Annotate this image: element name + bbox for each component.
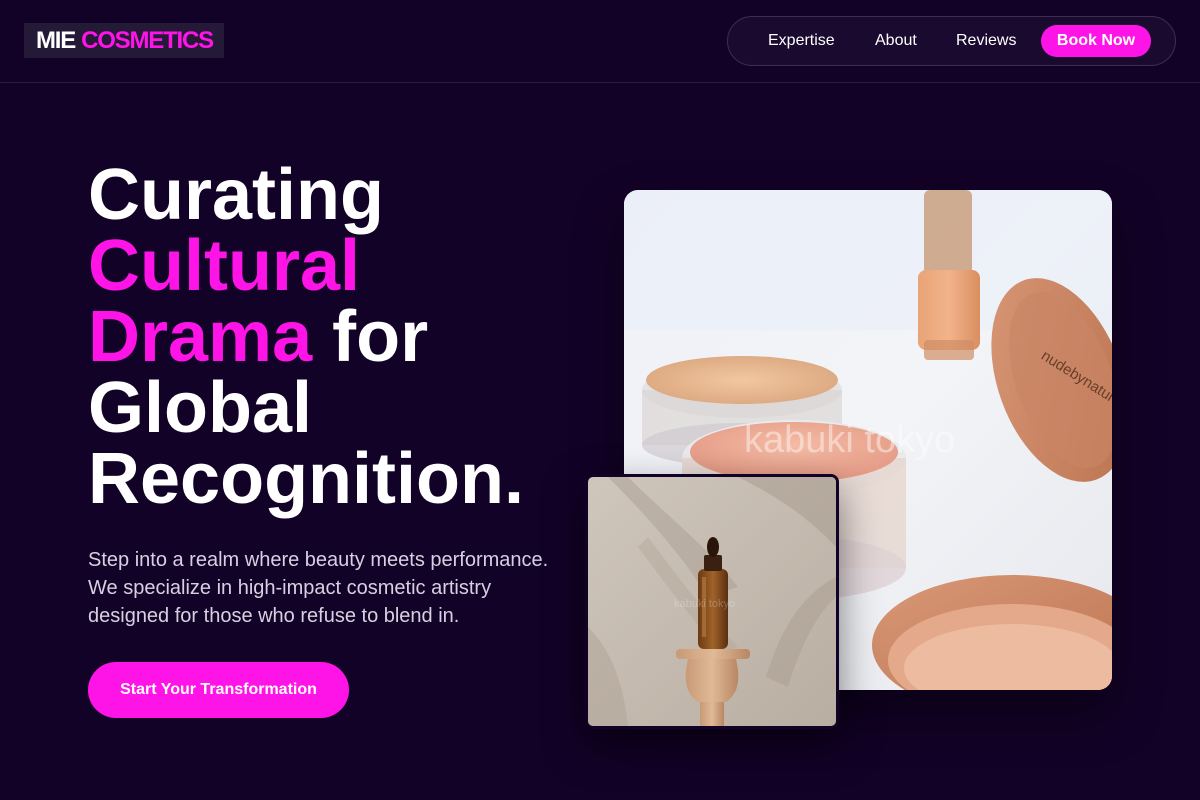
brand-name-part2: COSMETICS	[81, 26, 214, 54]
nav-link-expertise[interactable]: Expertise	[768, 32, 835, 50]
nav-link-about[interactable]: About	[875, 32, 917, 50]
hero-description: Step into a realm where beauty meets per…	[88, 549, 549, 627]
main-nav: Expertise About Reviews Book Now	[727, 16, 1176, 66]
brand-logo[interactable]: MIE COSMETICS	[24, 23, 224, 58]
headline-accent-1: Cultural	[88, 226, 361, 306]
headline-accent-2: Drama	[88, 297, 313, 377]
small-watermark-text: kabuki tokyo	[674, 598, 735, 610]
book-now-button[interactable]: Book Now	[1041, 25, 1151, 57]
headline-word-for: for	[332, 297, 429, 377]
headline-word-5: Recognition.	[88, 439, 524, 519]
site-header: MIE COSMETICS Expertise About Reviews Boo…	[0, 0, 1200, 83]
brand-name-part1: MIE	[36, 26, 76, 54]
watermark-text: kabuki tokyo	[744, 419, 955, 461]
start-transformation-button[interactable]: Start Your Transformation	[88, 662, 349, 718]
serum-bottle-photo: kabuki tokyo	[585, 474, 839, 729]
hero-headline: Curating Cultural Drama for Global Recog…	[88, 159, 608, 515]
headline-word-4: Global	[88, 368, 313, 448]
headline-word-1: Curating	[88, 155, 384, 235]
nav-link-reviews[interactable]: Reviews	[956, 32, 1016, 50]
serum-bottle-image: kabuki tokyo	[588, 477, 836, 726]
